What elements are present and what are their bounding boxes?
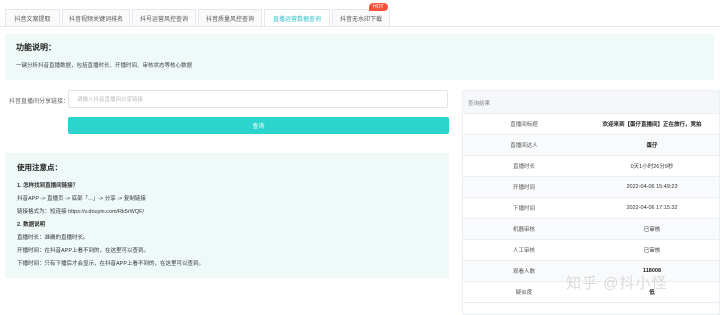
share-link-input[interactable]: 请输入抖音直播间分享链接 xyxy=(68,90,448,108)
tab-live-data-query[interactable]: 直播运营数据查询 xyxy=(264,9,330,27)
tab-video-keyword-rank[interactable]: 抖音视频关键词排名 xyxy=(62,9,130,27)
result-value: 2022-04-06 17:15:32 xyxy=(626,205,678,211)
result-row: 人工审核 已审核 xyxy=(463,240,719,261)
result-label: 下播时间 xyxy=(512,206,535,212)
result-row: 直播间标题 欢迎来到【蛋仔直播间】正在旅行，竞拍 xyxy=(463,114,719,135)
notes-line: 抖音APP -> 直播页 -> 底部「...」-> 分享 -> 复制链接 xyxy=(17,196,146,202)
tab-label: 抖音文案提取 xyxy=(14,17,51,23)
result-label: 人工审核 xyxy=(512,248,535,254)
tab-label: 抖音无水印下载 xyxy=(339,17,382,23)
result-row: 下播时间 2022-04-06 17:15:32 xyxy=(463,198,719,219)
result-label: 直播间达人 xyxy=(510,143,538,149)
hot-badge: HOT xyxy=(369,3,388,11)
result-label: 直播时长 xyxy=(512,164,535,170)
tab-label: 抖音质量风控查询 xyxy=(205,17,254,23)
result-label: 机器审核 xyxy=(512,227,535,233)
result-row: 直播间达人 蛋仔 xyxy=(463,135,719,156)
tab-label: 直播运营数据查询 xyxy=(272,17,321,23)
notes-line: 下播时间：只有下播后才会显示，在抖音APP上看不到的，在这里可以查到。 xyxy=(17,261,205,267)
tab-watermark-free-download[interactable]: 抖音无水印下载 xyxy=(332,9,390,27)
notes-line: 开播时间：在抖音APP上看不到的，在这里可以查到。 xyxy=(17,248,150,254)
function-description: 一键分析抖音直播数据，包括直播时长、开播时间、审核状态等核心数据 xyxy=(16,63,193,69)
share-link-label: 抖音直播间分享链接： xyxy=(9,99,70,105)
notes-line: 1. 怎样找到直播间链接？ xyxy=(17,183,79,189)
notes-line: 直播时长：准确的直播时长。 xyxy=(17,235,89,241)
notes-line: 2. 数据说明 xyxy=(17,222,46,228)
result-row: 直播时长 0天1小时26分9秒 xyxy=(463,156,719,177)
result-header: 查询结果 xyxy=(463,91,719,114)
notes-line: 链接格式为：短连接 https://v.douyin.com/Rk5rWQF/ xyxy=(17,209,145,215)
result-header-label: 查询结果 xyxy=(468,101,491,107)
function-card: 功能说明： 一键分析抖音直播数据，包括直播时长、开播时间、审核状态等核心数据 xyxy=(5,34,714,80)
result-value: 蛋仔 xyxy=(646,143,658,149)
tab-account-risk-query[interactable]: 抖号运营风控查询 xyxy=(132,9,196,27)
query-button[interactable]: 查询 xyxy=(68,117,449,134)
result-row: 开播时间 2022-04-06 15:49:23 xyxy=(463,177,719,198)
result-label: 开播时间 xyxy=(512,185,535,191)
query-button-label: 查询 xyxy=(252,124,265,130)
result-row: 机器审核 已审核 xyxy=(463,219,719,240)
tab-label: 抖音视频关键词排名 xyxy=(68,17,123,23)
result-label: 直播间标题 xyxy=(510,122,538,128)
result-value: 已审核 xyxy=(643,248,661,254)
share-link-placeholder: 请输入抖音直播间分享链接 xyxy=(77,97,144,103)
tab-label: 抖号运营风控查询 xyxy=(139,17,188,23)
zhihu-watermark: 知乎 @抖小怪 xyxy=(566,275,668,292)
result-value: 0天1小时26分9秒 xyxy=(630,164,674,170)
usage-notes-card: 使用注意点： 1. 怎样找到直播间链接？ 抖音APP -> 直播页 -> 底部「… xyxy=(5,153,449,278)
result-value: 已审核 xyxy=(643,227,661,233)
tab-divider xyxy=(0,26,720,27)
function-title: 功能说明： xyxy=(16,43,56,52)
result-value: 欢迎来到【蛋仔直播间】正在旅行，竞拍 xyxy=(602,122,702,128)
tab-quality-risk-query[interactable]: 抖音质量风控查询 xyxy=(198,9,262,27)
tab-bar: 抖音文案提取 抖音视频关键词排名 抖号运营风控查询 抖音质量风控查询 直播运营数… xyxy=(0,0,720,27)
tab-douyin-copy-extract[interactable]: 抖音文案提取 xyxy=(5,9,60,27)
result-value: 2022-04-06 15:49:23 xyxy=(626,184,678,190)
notes-title: 使用注意点： xyxy=(17,163,62,172)
